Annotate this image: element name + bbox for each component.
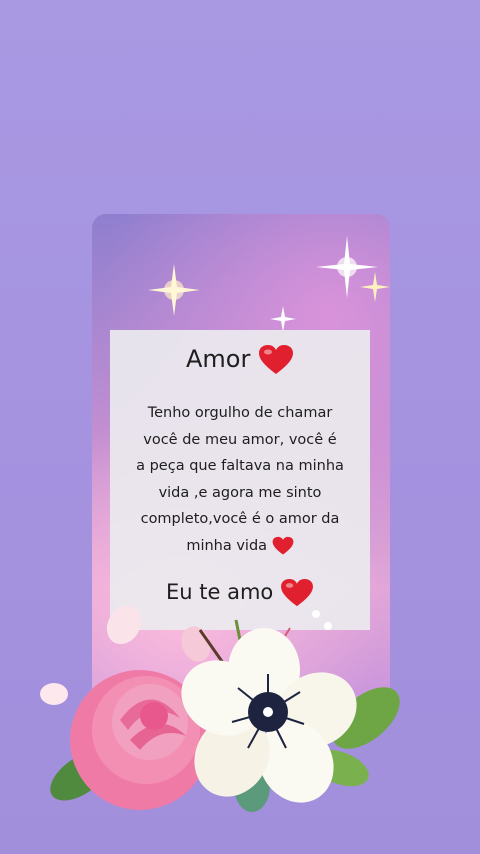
card-title: Amor xyxy=(110,344,370,376)
message-line-last: minha vida xyxy=(118,533,362,560)
message-line: vida ,e agora me sinto xyxy=(158,484,322,501)
message-line: você de meu amor, você é xyxy=(143,431,337,448)
card-message: Tenho orgulho de chamar você de meu amor… xyxy=(118,400,362,559)
message-line: minha vida xyxy=(186,537,268,554)
heart-icon xyxy=(259,345,293,374)
sparkle-icon xyxy=(148,264,200,316)
message-line: a peça que faltava na minha xyxy=(136,458,344,474)
message-line: completo,você é o amor da xyxy=(140,511,340,527)
petal-icon xyxy=(40,683,68,705)
heart-icon xyxy=(272,536,294,555)
sparkle-icon xyxy=(360,272,390,302)
card-title-text: Amor xyxy=(186,345,251,373)
message-line: Tenho orgulho de chamar xyxy=(147,405,333,421)
flower-decoration xyxy=(40,605,400,812)
petal-icon xyxy=(106,605,142,645)
message-card: Amor Tenho orgulho de chamar você de meu… xyxy=(110,330,370,630)
